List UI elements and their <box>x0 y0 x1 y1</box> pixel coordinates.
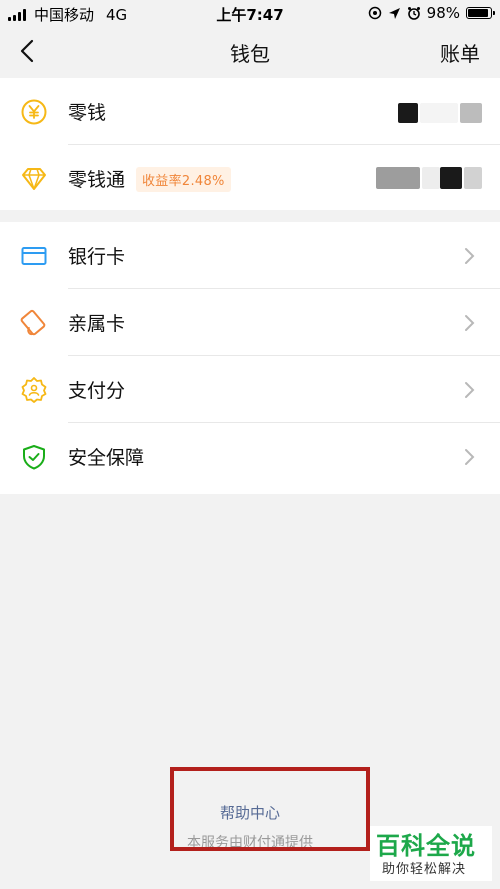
family-card-icon <box>20 309 46 336</box>
watermark-sub: 助你轻松解决 <box>382 862 467 877</box>
cards-section: 银行卡 亲属卡 支付分 安全保障 <box>0 222 500 494</box>
status-bar: 中国移动 4G 上午7:47 98% <box>0 0 500 26</box>
bill-button[interactable]: 账单 <box>440 38 480 67</box>
battery-percent: 98% <box>426 4 460 22</box>
row-label: 亲属卡 <box>68 313 126 335</box>
status-right: 98% <box>368 4 495 22</box>
yield-badge: 收益率2.48% <box>136 167 231 192</box>
battery-icon <box>466 7 495 19</box>
row-change[interactable]: 零钱 <box>0 78 500 145</box>
row-label: 安全保障 <box>68 447 145 469</box>
diamond-icon <box>22 168 46 190</box>
row-label: 支付分 <box>68 380 126 402</box>
chevron-right-icon <box>465 315 475 331</box>
nav-bar: 钱包 账单 <box>0 26 500 78</box>
row-label: 银行卡 <box>68 246 126 268</box>
chevron-right-icon <box>465 248 475 264</box>
row-pay-score[interactable]: 支付分 <box>0 356 500 423</box>
wallet-page: 中国移动 4G 上午7:47 98% 钱包 账单 零钱 零钱通 收益率2.48%… <box>0 0 500 889</box>
location-arrow-icon <box>388 7 400 19</box>
row-label: 零钱 <box>68 102 107 124</box>
row-family-card[interactable]: 亲属卡 <box>0 289 500 356</box>
row-security[interactable]: 安全保障 <box>0 423 500 490</box>
annotation-highlight-box <box>170 767 370 851</box>
row-bank-card[interactable]: 银行卡 <box>0 222 500 289</box>
alarm-icon <box>407 7 420 20</box>
watermark-logo: 百科全说 助你轻松解决 <box>370 826 492 881</box>
bank-card-icon <box>21 247 47 265</box>
page-title: 钱包 <box>230 42 270 66</box>
location-lock-icon <box>368 6 381 20</box>
watermark-main: 百科全说 <box>376 832 476 860</box>
balance-section: 零钱 零钱通 收益率2.48% <box>0 78 500 210</box>
chevron-right-icon <box>465 449 475 465</box>
chevron-right-icon <box>465 382 475 398</box>
pay-score-icon <box>21 377 47 403</box>
row-lqt[interactable]: 零钱通 收益率2.48% <box>0 145 500 212</box>
shield-icon <box>23 445 45 470</box>
yuan-coin-icon <box>21 99 47 125</box>
row-label: 零钱通 <box>68 169 126 191</box>
